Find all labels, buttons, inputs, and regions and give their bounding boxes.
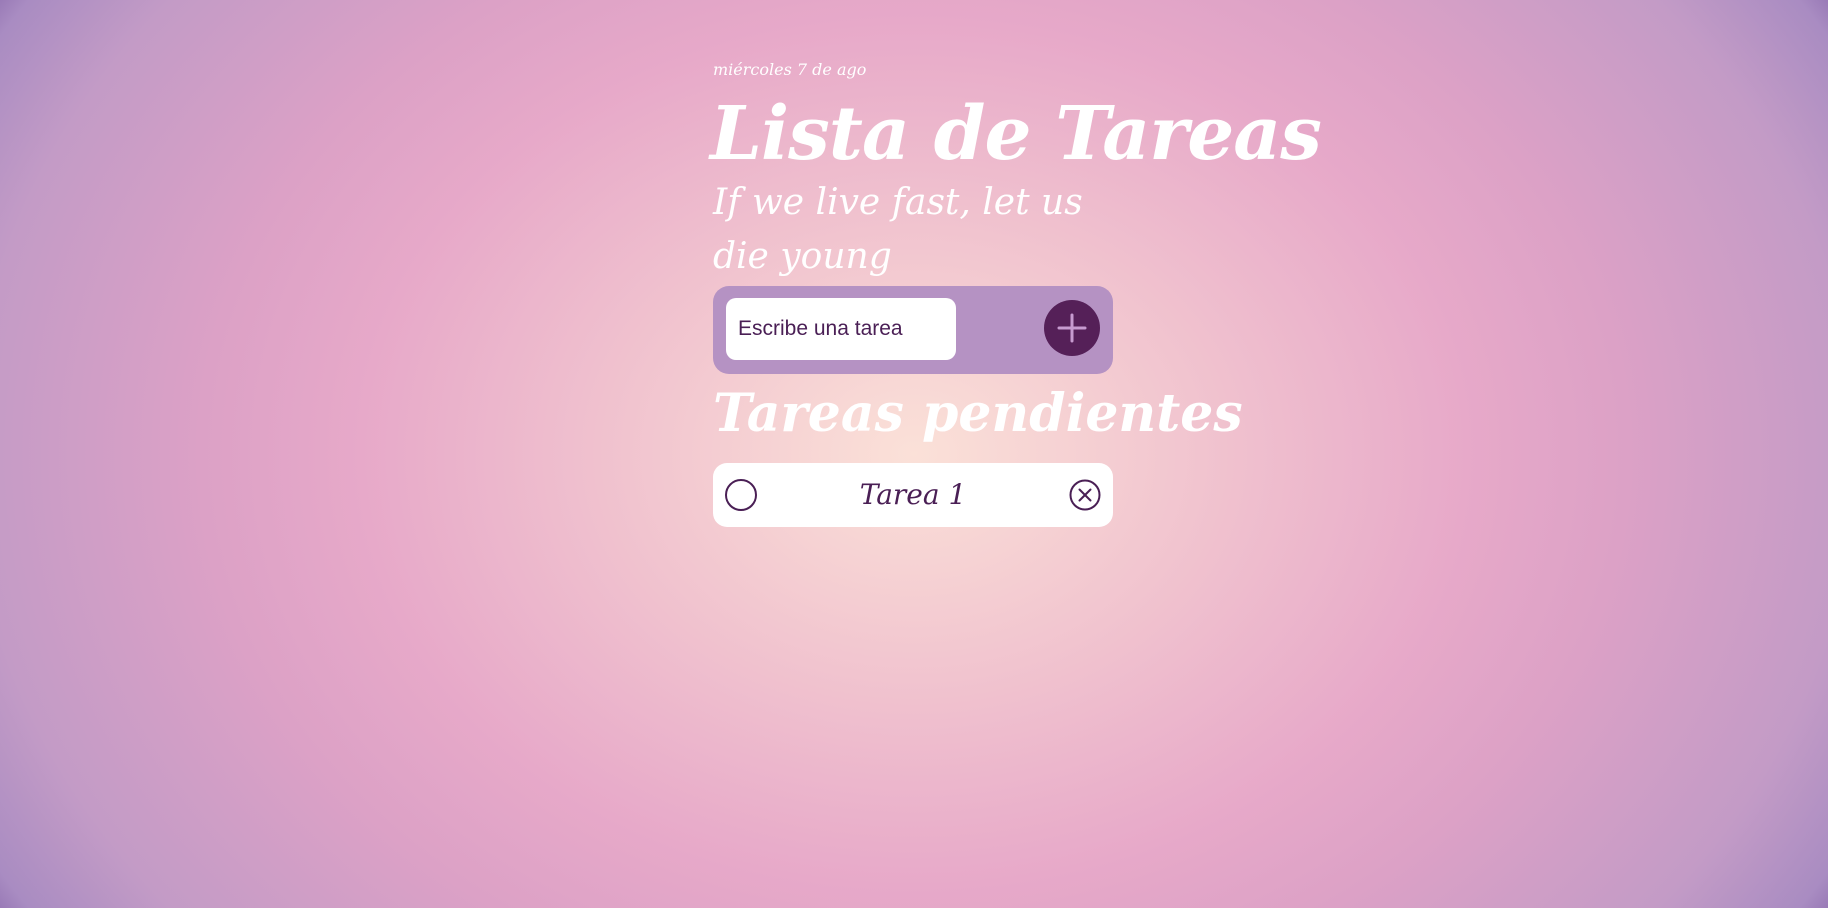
close-circle-icon[interactable] — [1069, 479, 1101, 511]
pending-tasks-heading: Tareas pendientes — [713, 383, 1243, 444]
add-task-button[interactable] — [1044, 300, 1100, 356]
task-item: Tarea 1 — [713, 463, 1113, 527]
task-label: Tarea 1 — [859, 478, 967, 511]
todo-app: miércoles 7 de ago Lista de Tareas If we… — [710, 60, 1322, 527]
motto-text: If we live fast, let us die young — [713, 182, 1083, 277]
page-title: Lista de Tareas — [710, 91, 1322, 177]
plus-icon — [1057, 313, 1087, 343]
current-date: miércoles 7 de ago — [713, 60, 867, 79]
task-input[interactable] — [726, 298, 956, 360]
add-task-form — [713, 286, 1113, 374]
